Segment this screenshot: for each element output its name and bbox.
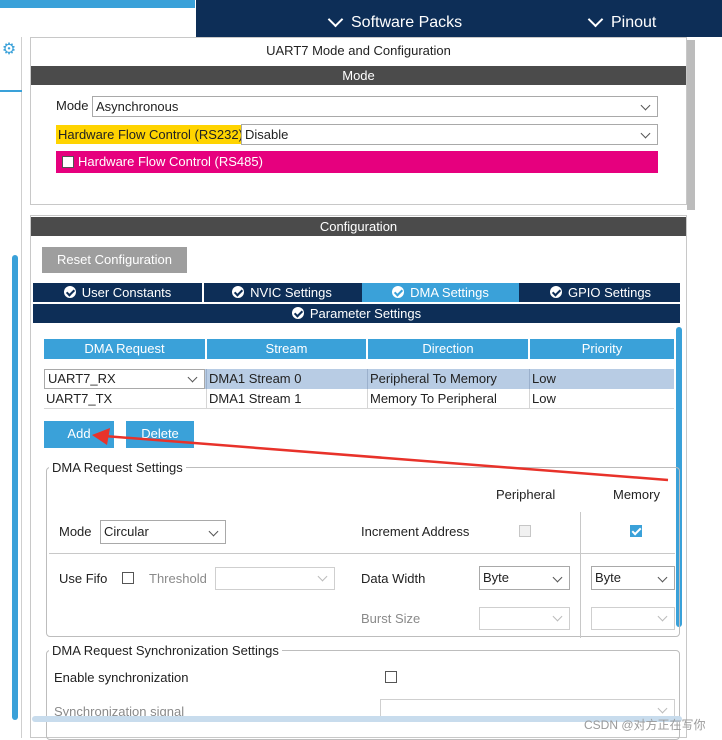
arrow-shaft bbox=[103, 434, 669, 482]
arrow-head-icon bbox=[92, 428, 110, 445]
red-arrow-annotation bbox=[92, 428, 669, 482]
watermark-text: CSDN @对方正在写你 bbox=[584, 718, 706, 732]
